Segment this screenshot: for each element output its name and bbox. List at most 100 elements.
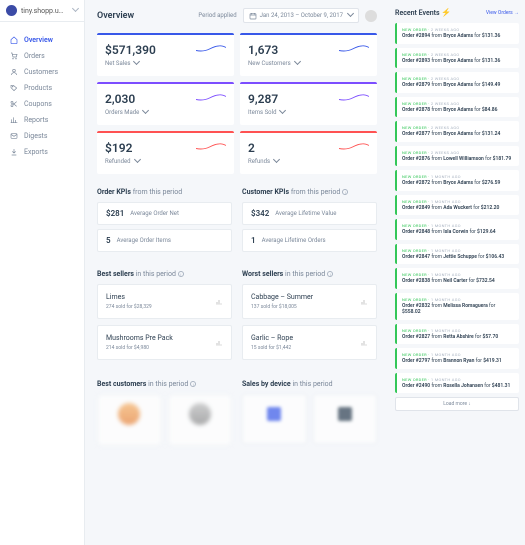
sidebar-item-reports[interactable]: Reports [0, 112, 84, 128]
event-text: Order #2490 from Rosella Johansen for $4… [402, 383, 514, 390]
metric-items-sold[interactable]: 9,287Items Sold [240, 82, 377, 125]
cut-icon [10, 100, 18, 108]
event-text: Order #2876 from Lowell Williamson for $… [402, 156, 514, 163]
customer-card[interactable] [97, 394, 162, 446]
product-card[interactable]: Limes 274 sold for $28,329 [97, 284, 232, 319]
product-name: Cabbage – Summer [251, 293, 313, 301]
event-item[interactable]: NEW ORDER · 2 WEEKS AGOOrder #2876 from … [395, 146, 519, 167]
event-text: Order #2847 from Jettie Schuppe for $106… [402, 254, 514, 261]
site-name: tiny.shopp.u… [21, 7, 67, 15]
info-icon[interactable]: i [342, 189, 348, 195]
sidebar-item-label: Orders [24, 52, 45, 60]
device-card[interactable] [313, 394, 378, 444]
device-card[interactable] [242, 394, 307, 444]
product-card[interactable]: Garlic – Rope15 sold for $1,442 [242, 325, 377, 360]
sidebar-item-customers[interactable]: Customers [0, 64, 84, 80]
page-title: Overview [97, 11, 134, 21]
event-text: Order #2894 from Bryce Adams for $131.36 [402, 33, 514, 40]
sidebar-item-label: Exports [24, 148, 48, 156]
event-text: Order #2877 from Bryce Adams for $131.24 [402, 131, 514, 138]
event-item[interactable]: NEW ORDER · 2 WEEKS AGOOrder #2878 from … [395, 97, 519, 118]
event-item[interactable]: NEW ORDER · 1 MONTH AGOOrder #2849 from … [395, 195, 519, 216]
worst-sellers-title: Worst sellers in this periodi [242, 270, 377, 278]
chevron-down-icon [293, 59, 300, 68]
customer-kpis-title: Customer KPIs from this periodi [242, 188, 377, 196]
event-item[interactable]: NEW ORDER · 1 MONTH AGOOrder #2832 from … [395, 293, 519, 320]
bar-chart-icon [360, 298, 368, 306]
chevron-down-icon [141, 108, 148, 117]
metric-refunded[interactable]: $192Refunded [97, 131, 234, 174]
event-tag: NEW ORDER · 1 MONTH AGO [402, 223, 514, 228]
sidebar-item-orders[interactable]: Orders [0, 48, 84, 64]
event-tag: NEW ORDER · 1 MONTH AGO [402, 352, 514, 357]
customer-avatar-icon [118, 403, 140, 425]
sidebar-item-overview[interactable]: Overview [0, 32, 84, 48]
sparkline-icon [196, 92, 226, 104]
view-orders-link[interactable]: View Orders → [486, 10, 519, 16]
sidebar-item-label: Reports [24, 116, 48, 124]
metric-new-customers[interactable]: 1,673New Customers [240, 33, 377, 76]
event-tag: NEW ORDER · 2 WEEKS AGO [402, 101, 514, 106]
product-card[interactable]: Mushrooms Pre Pack214 sold for $4,980 [97, 325, 232, 360]
metric-refunds[interactable]: 2Refunds [240, 131, 377, 174]
sidebar-item-exports[interactable]: Exports [0, 144, 84, 160]
sidebar-item-label: Digests [24, 132, 47, 140]
product-name: Limes [106, 293, 152, 301]
sparkline-icon [339, 43, 369, 55]
sidebar: tiny.shopp.u… Overview Orders Customers Pro… [0, 0, 85, 545]
event-item[interactable]: NEW ORDER · 2 WEEKS AGOOrder #2877 from … [395, 121, 519, 142]
event-item[interactable]: NEW ORDER · 1 MONTH AGOOrder #2847 from … [395, 244, 519, 265]
load-more-button[interactable]: Load more ↓ [395, 397, 519, 411]
user-avatar[interactable] [365, 10, 377, 22]
download-icon [10, 148, 18, 156]
event-item[interactable]: NEW ORDER · 2 WEEKS AGOOrder #2894 from … [395, 23, 519, 44]
tag-icon [10, 84, 18, 92]
date-range-picker[interactable]: Jan 24, 2013 – October 9, 2017 [243, 8, 359, 23]
event-text: Order #2872 from Bryce Adams for $276.59 [402, 180, 514, 187]
event-item[interactable]: NEW ORDER · 1 MONTH AGOOrder #2848 from … [395, 219, 519, 240]
event-text: Order #2879 from Bryce Adams for $149.49 [402, 82, 514, 89]
sidebar-item-label: Customers [24, 68, 58, 76]
site-switcher[interactable]: tiny.shopp.u… [0, 0, 84, 22]
event-item[interactable]: NEW ORDER · 2 WEEKS AGOOrder #2893 from … [395, 48, 519, 69]
event-text: Order #2878 from Bryce Adams for $84.86 [402, 107, 514, 114]
chevron-down-icon [133, 157, 140, 166]
chevron-down-icon [278, 108, 285, 117]
event-item[interactable]: NEW ORDER · 1 MONTH AGOOrder #2838 from … [395, 268, 519, 289]
product-card[interactable]: Cabbage – Summer137 sold for $18,005 [242, 284, 377, 319]
metric-orders-made[interactable]: 2,030Orders Made [97, 82, 234, 125]
sidebar-item-label: Products [24, 84, 52, 92]
sidebar-item-digests[interactable]: Digests [0, 128, 84, 144]
event-item[interactable]: NEW ORDER · 1 MONTH AGOOrder #2490 from … [395, 373, 519, 394]
info-icon[interactable]: i [327, 271, 333, 277]
product-stat: 274 sold for $28,329 [106, 304, 152, 310]
event-tag: NEW ORDER · 1 MONTH AGO [402, 328, 514, 333]
event-text: Order #2832 from Melissa Romaguera for $… [402, 303, 514, 316]
chevron-down-icon [272, 157, 279, 166]
chevron-down-icon [71, 6, 78, 15]
event-tag: NEW ORDER · 2 WEEKS AGO [402, 52, 514, 57]
info-icon[interactable]: i [178, 271, 184, 277]
kpi-value: $281 [106, 209, 124, 218]
sidebar-item-label: Coupons [24, 100, 52, 108]
site-logo-icon [6, 5, 17, 16]
sidebar-item-coupons[interactable]: Coupons [0, 96, 84, 112]
metric-net-sales[interactable]: $571,390Net Sales [97, 33, 234, 76]
event-item[interactable]: NEW ORDER · 1 MONTH AGOOrder #2872 from … [395, 170, 519, 191]
bar-chart-icon [215, 339, 223, 347]
sparkline-icon [339, 92, 369, 104]
customer-card[interactable] [168, 394, 233, 446]
info-icon[interactable]: i [190, 381, 196, 387]
bolt-icon: ⚡ [441, 8, 451, 17]
sidebar-item-products[interactable]: Products [0, 80, 84, 96]
chevron-down-icon [132, 59, 139, 68]
product-name: Mushrooms Pre Pack [106, 334, 173, 342]
event-item[interactable]: NEW ORDER · 1 MONTH AGOOrder #2827 from … [395, 324, 519, 345]
event-tag: NEW ORDER · 1 MONTH AGO [402, 272, 514, 277]
event-text: Order #2827 from Retta Abshire for $57.7… [402, 334, 514, 341]
event-item[interactable]: NEW ORDER · 1 MONTH AGOOrder #2797 from … [395, 348, 519, 369]
kpi-row: 5Average Order Items [97, 229, 232, 252]
event-item[interactable]: NEW ORDER · 2 WEEKS AGOOrder #2879 from … [395, 72, 519, 93]
event-tag: NEW ORDER · 2 WEEKS AGO [402, 150, 514, 155]
kpi-row: 1Average Lifetime Orders [242, 229, 377, 252]
